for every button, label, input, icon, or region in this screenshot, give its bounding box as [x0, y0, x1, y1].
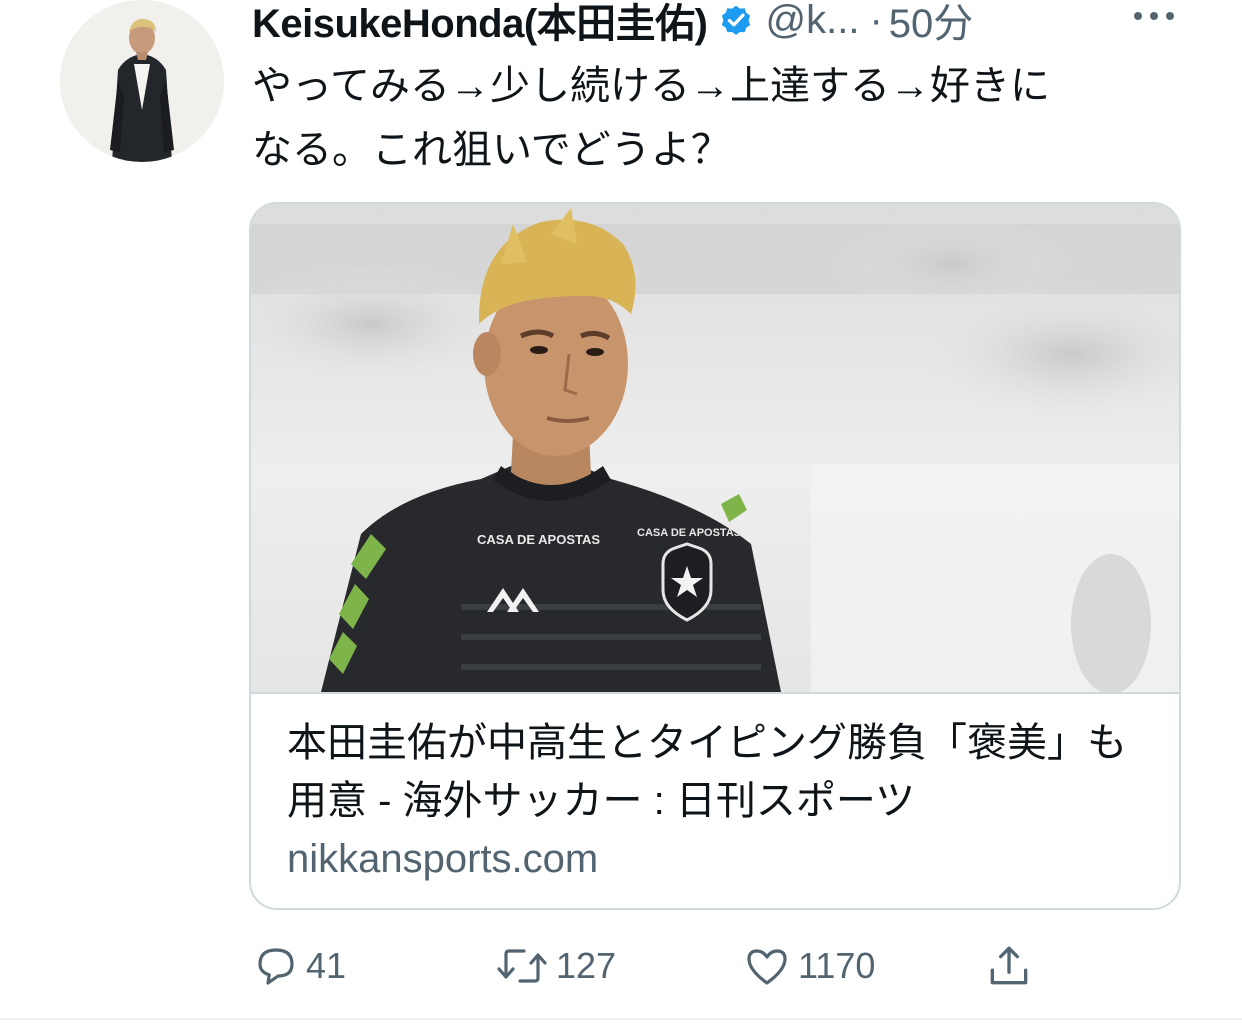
- retweet-count: 127: [556, 945, 617, 986]
- jersey-sponsor-right: CASA DE APOSTAS: [637, 527, 741, 539]
- display-name[interactable]: KeisukeHonda(本田圭佑): [252, 0, 708, 49]
- like-icon: [742, 942, 792, 990]
- share-icon: [984, 941, 1034, 991]
- share-button[interactable]: [984, 936, 1034, 996]
- avatar[interactable]: [60, 0, 224, 162]
- like-count: 1170: [798, 945, 876, 986]
- reply-icon: [252, 942, 300, 990]
- tweet-text: やってみる→少し続ける→上達する→好きに なる。これ狙いでどうよ？: [252, 64, 1050, 172]
- reply-button[interactable]: 41: [252, 936, 346, 996]
- retweet-icon: [494, 942, 550, 990]
- verified-badge-icon: [718, 2, 754, 38]
- card-image[interactable]: CASA DE APOSTAS CASA DE APOSTAS: [251, 204, 1179, 694]
- retweet-button[interactable]: 127: [494, 936, 616, 996]
- timestamp[interactable]: 50分: [889, 0, 974, 49]
- jersey-sponsor-left: CASA DE APOSTAS: [477, 532, 600, 547]
- separator-dot: ·: [869, 0, 883, 42]
- card-body: 本田圭佑が中高生とタイピング勝負「褒美」も用意 - 海外サッカー : 日刊スポー…: [287, 714, 1157, 888]
- link-card[interactable]: CASA DE APOSTAS CASA DE APOSTAS 本田圭佑が中高生…: [249, 202, 1181, 910]
- handle[interactable]: @k...: [766, 0, 860, 43]
- divider: [0, 1018, 1242, 1020]
- reply-count: 41: [306, 945, 347, 986]
- avatar-image: [60, 0, 224, 162]
- like-button[interactable]: 1170: [742, 936, 875, 996]
- tweet-actions: 41 127 1170: [252, 936, 1182, 996]
- card-domain: nikkansports.com: [287, 837, 599, 881]
- more-icon[interactable]: [1130, 6, 1178, 26]
- tweet-header: KeisukeHonda(本田圭佑) @k... · 50分: [252, 0, 973, 48]
- card-title[interactable]: 本田圭佑が中高生とタイピング勝負「褒美」も用意 - 海外サッカー : 日刊スポー…: [287, 714, 1157, 830]
- tweet[interactable]: KeisukeHonda(本田圭佑) @k... · 50分 やってみる→少し続…: [0, 0, 1242, 1023]
